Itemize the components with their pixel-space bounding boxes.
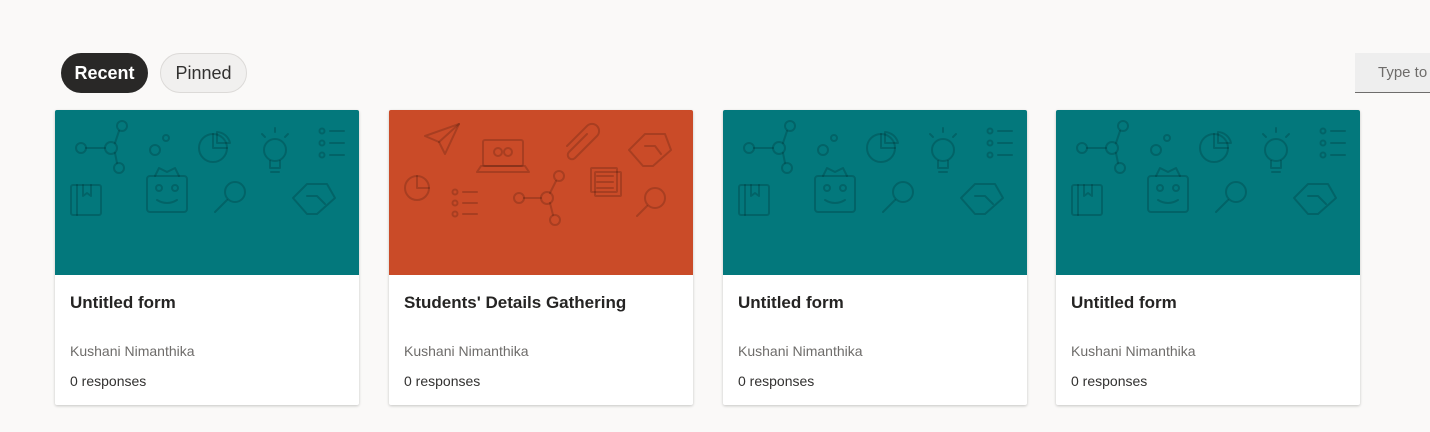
form-card[interactable]: Students' Details Gathering Kushani Nima… xyxy=(389,110,693,405)
banner-pattern-icon xyxy=(404,122,672,226)
search-input[interactable] xyxy=(1378,64,1430,81)
card-responses: 0 responses xyxy=(738,373,815,389)
card-owner: Kushani Nimanthika xyxy=(738,343,863,359)
tab-pinned[interactable]: Pinned xyxy=(160,53,247,93)
card-banner xyxy=(723,110,1027,275)
card-owner: Kushani Nimanthika xyxy=(404,343,529,359)
search-box[interactable] xyxy=(1355,53,1430,93)
card-responses: 0 responses xyxy=(1071,373,1148,389)
card-banner xyxy=(1056,110,1360,275)
banner-pattern-icon xyxy=(738,120,1013,216)
card-banner xyxy=(55,110,359,275)
form-card[interactable]: Untitled form Kushani Nimanthika 0 respo… xyxy=(1056,110,1360,405)
card-owner: Kushani Nimanthika xyxy=(70,343,195,359)
forms-home: Recent Pinned Untitled form Kushani Nima… xyxy=(0,0,1430,432)
form-card[interactable]: Untitled form Kushani Nimanthika 0 respo… xyxy=(723,110,1027,405)
card-title: Students' Details Gathering xyxy=(404,293,627,312)
banner-pattern-icon xyxy=(70,120,345,216)
view-tabs: Recent Pinned xyxy=(61,53,247,93)
banner-pattern-icon xyxy=(1071,120,1346,216)
card-owner: Kushani Nimanthika xyxy=(1071,343,1196,359)
card-title: Untitled form xyxy=(70,293,176,312)
card-title: Untitled form xyxy=(1071,293,1177,312)
card-banner xyxy=(389,110,693,275)
form-card[interactable]: Untitled form Kushani Nimanthika 0 respo… xyxy=(55,110,359,405)
card-responses: 0 responses xyxy=(70,373,147,389)
card-responses: 0 responses xyxy=(404,373,481,389)
tab-recent[interactable]: Recent xyxy=(61,53,148,93)
card-title: Untitled form xyxy=(738,293,844,312)
